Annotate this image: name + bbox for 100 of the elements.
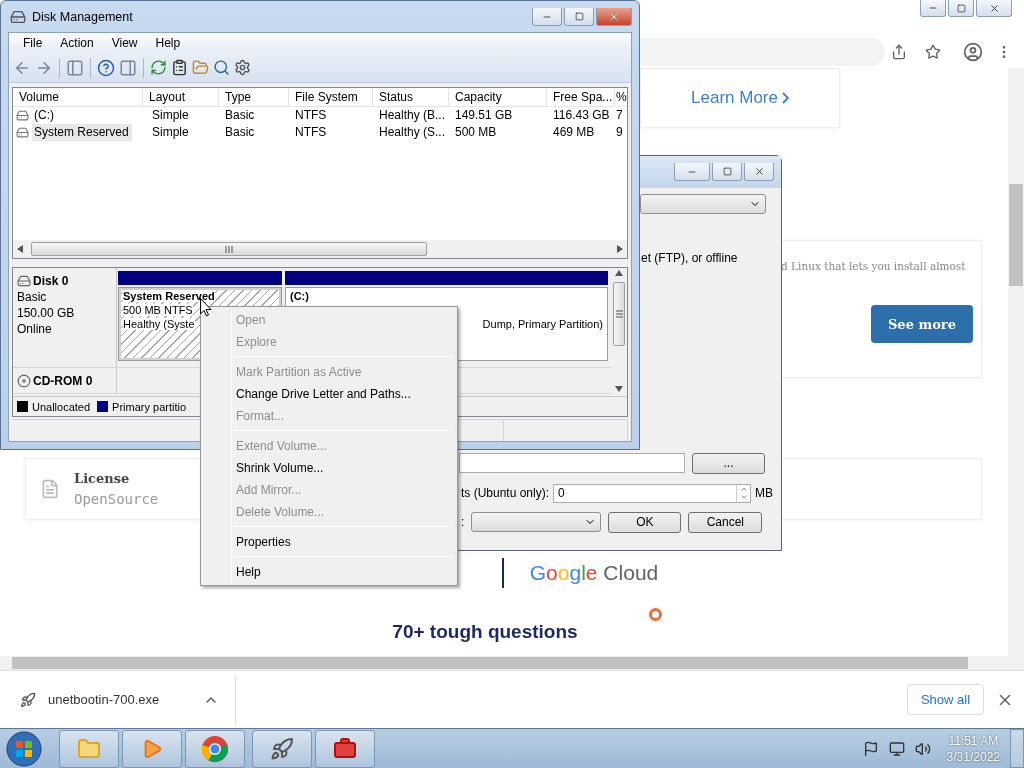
unit-label: MB [755,486,774,500]
browser-icon [201,734,229,763]
table-cell-text: NTFS [294,124,328,141]
close-icon [988,2,1000,14]
scrollbar[interactable] [0,656,1024,670]
taskbar-button[interactable] [185,729,245,768]
column-header[interactable]: Capacity [449,88,547,106]
table-cell-text: Healthy (S... [378,124,447,141]
menu-item[interactable]: Change Drive Letter and Paths... [203,383,455,405]
maximize-icon [574,12,584,21]
legend-label: Unallocated [32,400,91,413]
show-all-button[interactable]: Show all [907,684,984,715]
see-more-button[interactable]: See more [871,305,973,343]
table-cell-text: Basic [224,124,256,141]
table-cell-text: 149.51 GB [454,107,514,124]
maximize-button[interactable] [712,163,742,181]
taskbar-button[interactable] [122,729,182,768]
menu-item[interactable]: Help [203,561,455,583]
cancel-button[interactable]: Cancel [688,511,763,533]
close-button[interactable] [744,163,774,181]
scrollbar[interactable] [1008,68,1024,656]
column-header[interactable]: Status [373,88,449,106]
taskbar-button[interactable] [252,729,312,768]
minimize-button[interactable] [532,8,562,26]
download-filename[interactable]: unetbootin-700.exe [48,692,160,707]
taskbar-button[interactable] [315,729,375,768]
size-field[interactable]: 0 [553,483,752,503]
column-header[interactable]: Type [219,88,289,106]
volume-icon[interactable] [914,740,931,757]
column-header[interactable]: File System [289,88,373,106]
chevron-right-icon [781,92,789,104]
browse-button[interactable]: ... [692,452,765,474]
taskbar-button[interactable] [59,729,119,768]
description-text: et (FTP), or offline [641,251,739,265]
disk-info: 150.00 GB [17,306,76,320]
table-cell-text: Simple [151,124,190,141]
minimize-button[interactable] [674,163,710,181]
column-header[interactable]: Free Spa... [547,88,615,106]
arrow-left-icon[interactable] [17,245,23,253]
table-cell[interactable]: (C:) [32,107,57,124]
star-icon[interactable] [925,44,941,60]
drive-icon [16,109,29,122]
table-cell-text: NTFS [294,107,328,124]
close-button[interactable] [596,8,632,26]
document-icon [40,479,60,499]
learn-more-link[interactable]: Learn More [691,88,789,108]
menu-item[interactable]: Shrink Volume... [203,457,455,479]
share-icon[interactable] [891,44,907,60]
disk-name[interactable]: Disk 0 [33,274,69,288]
arrow-down-icon[interactable] [615,386,623,392]
close-button[interactable] [976,0,1012,17]
scrollbar[interactable] [13,240,627,258]
license-value: OpenSource [74,491,159,507]
table-cell-text: 500 MB [454,124,498,141]
arrow-right-icon[interactable] [617,245,623,253]
path-field[interactable] [459,453,685,473]
column-header[interactable]: Volume [13,88,143,106]
settings-icon[interactable] [234,59,251,76]
dropdown[interactable] [640,194,766,214]
flag-icon[interactable] [862,740,879,757]
show-desktop-button[interactable] [1010,729,1024,768]
panel-icon[interactable] [119,58,137,77]
caret-up-icon[interactable] [739,485,748,493]
network-icon[interactable] [888,740,905,757]
toolbox-icon [333,736,357,761]
table-cell-text: Simple [151,107,190,124]
legend-label: Primary partitio [112,400,187,413]
column-header[interactable]: Layout [143,88,219,106]
table-cell[interactable]: System Reserved [32,124,132,141]
size-label: ts (Ubuntu only): [461,486,550,500]
type-label: : [461,515,465,529]
caret-down-icon[interactable] [739,493,748,501]
grip-icon [615,309,623,319]
panel-icon[interactable] [66,58,84,77]
ad-headline: 70+ tough questions [392,621,578,643]
maximize-button[interactable] [564,8,594,26]
minimize-button[interactable] [920,0,946,17]
dropdown[interactable] [471,512,602,532]
arrow-up-icon[interactable] [615,270,623,276]
ok-button[interactable]: OK [608,511,682,533]
profile-icon[interactable] [963,42,983,62]
start-button[interactable] [4,729,44,768]
refresh-icon[interactable] [150,59,167,76]
menu-item[interactable]: Properties [203,531,455,553]
card-text: d Linux that lets you install almost [781,259,966,273]
properties-icon[interactable] [171,59,188,76]
table-cell-text: 469 MB [552,124,596,141]
window-title: Disk Management [32,9,133,24]
menu-item[interactable]: Action [52,36,102,50]
maximize-button[interactable] [948,0,974,17]
column-header[interactable]: % [615,88,627,106]
ad-divider [501,558,504,588]
menu-item[interactable]: View [103,36,146,50]
search-icon[interactable] [213,59,230,76]
cd-icon [17,374,31,388]
disk-name[interactable]: CD-ROM 0 [33,374,93,388]
drive-icon [16,126,29,139]
menu-item[interactable]: Help [147,36,189,50]
help-icon[interactable] [97,58,115,77]
menu-item[interactable]: File [15,36,51,50]
